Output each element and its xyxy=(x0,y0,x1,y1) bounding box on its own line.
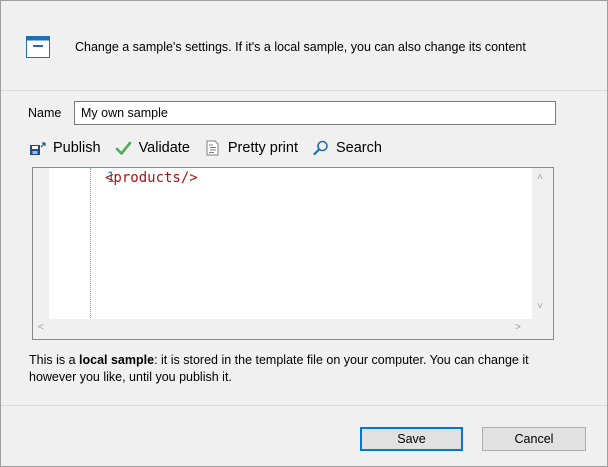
info-emphasis: local sample xyxy=(79,353,155,367)
scroll-up-icon[interactable]: ˄ xyxy=(537,173,543,183)
publish-button[interactable]: Publish xyxy=(29,139,101,157)
search-button[interactable]: Search xyxy=(312,139,382,157)
scroll-down-icon[interactable]: ˅ xyxy=(537,302,543,312)
dialog-header: Change a sample's settings. If it's a lo… xyxy=(1,1,607,91)
scroll-left-icon[interactable]: ˂ xyxy=(38,323,44,333)
validate-button[interactable]: Validate xyxy=(115,139,190,157)
horizontal-scrollbar[interactable]: ˂ ˃ xyxy=(33,319,532,339)
search-label: Search xyxy=(336,140,382,156)
code-line[interactable]: <products/> xyxy=(105,170,198,186)
scrollbar-corner xyxy=(532,319,553,339)
pretty-print-button[interactable]: Pretty print xyxy=(204,139,298,157)
dialog-description: Change a sample's settings. If it's a lo… xyxy=(75,40,526,54)
save-upload-icon xyxy=(29,139,47,157)
document-lines-icon xyxy=(204,139,222,157)
sample-settings-dialog: Change a sample's settings. If it's a lo… xyxy=(0,0,608,467)
validate-label: Validate xyxy=(138,140,190,156)
name-input[interactable] xyxy=(74,101,556,125)
code-editor[interactable]: 1 <products/> ˄ ˅ ˂ ˃ xyxy=(32,167,554,340)
editor-toolbar: Publish Validate Pretty print Search xyxy=(29,138,396,158)
info-prefix: This is a xyxy=(29,353,80,367)
cancel-button[interactable]: Cancel xyxy=(482,427,586,451)
editor-margin xyxy=(33,168,49,320)
fold-guide xyxy=(90,168,91,320)
footer-divider xyxy=(1,405,607,406)
scroll-right-icon[interactable]: ˃ xyxy=(515,323,521,333)
pretty-print-label: Pretty print xyxy=(227,140,298,156)
local-sample-info: This is a local sample: it is stored in … xyxy=(29,352,569,386)
publish-label: Publish xyxy=(53,140,101,156)
vertical-scrollbar[interactable]: ˄ ˅ xyxy=(532,168,553,320)
window-icon xyxy=(26,36,50,58)
name-label: Name xyxy=(28,106,62,120)
header-divider xyxy=(1,90,607,91)
save-button[interactable]: Save xyxy=(360,427,463,451)
magnifier-icon xyxy=(312,139,330,157)
checkmark-icon xyxy=(115,139,133,157)
